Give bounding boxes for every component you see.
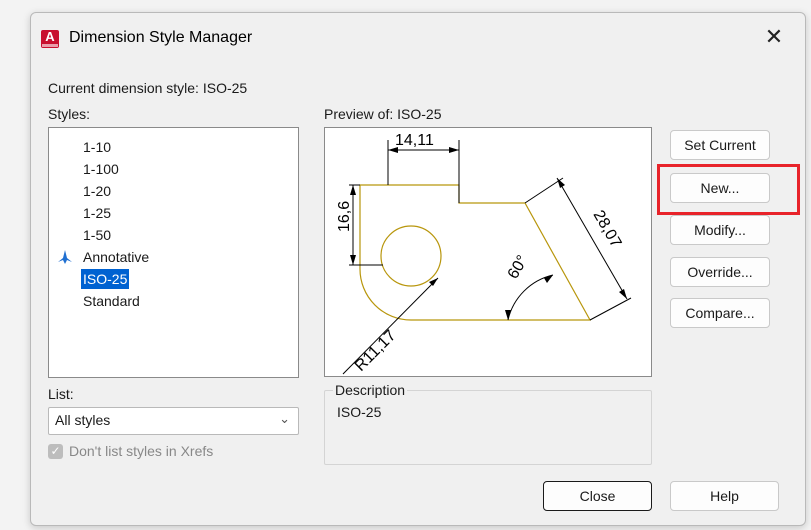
- style-item-1-10[interactable]: 1-10: [81, 137, 113, 157]
- style-item-1-50[interactable]: 1-50: [81, 225, 113, 245]
- list-filter-value: All styles: [55, 412, 111, 428]
- help-button[interactable]: Help: [670, 481, 779, 511]
- set-current-button[interactable]: Set Current: [670, 130, 770, 160]
- dimension-text: 14,11 16,6 28,07 60° R11,17: [336, 132, 624, 375]
- style-item-1-25[interactable]: 1-25: [81, 203, 113, 223]
- dim-text-radius: R11,17: [352, 327, 400, 375]
- list-label: List:: [48, 386, 74, 402]
- list-filter-select[interactable]: All styles ⌄: [48, 407, 299, 435]
- dimension-style-manager-dialog: A Dimension Style Manager ✕ Current dime…: [30, 12, 806, 526]
- style-item-1-20[interactable]: 1-20: [81, 181, 113, 201]
- annotative-icon: [58, 250, 72, 264]
- window-title: Dimension Style Manager: [69, 29, 253, 46]
- chevron-down-icon: ⌄: [279, 411, 290, 426]
- modify-button[interactable]: Modify...: [670, 215, 770, 245]
- title-bar: A Dimension Style Manager ✕: [31, 13, 805, 61]
- close-button[interactable]: Close: [543, 481, 652, 511]
- style-item-standard[interactable]: Standard: [81, 291, 142, 311]
- styles-label: Styles:: [48, 106, 91, 122]
- xrefs-checkbox-label: Don't list styles in Xrefs: [69, 443, 214, 459]
- app-icon-letter: A: [45, 29, 55, 44]
- dim-text-left: 16,6: [336, 201, 353, 232]
- autocad-a-icon: A: [41, 30, 59, 48]
- description-text: ISO-25: [337, 404, 382, 420]
- dim-text-diagonal: 28,07: [590, 208, 625, 251]
- compare-button[interactable]: Compare...: [670, 298, 770, 328]
- current-style-label: Current dimension style: ISO-25: [48, 80, 248, 96]
- dim-text-angle: 60°: [505, 253, 532, 282]
- dim-text-top: 14,11: [395, 132, 434, 149]
- style-item-iso-25[interactable]: ISO-25: [81, 269, 130, 289]
- override-button[interactable]: Override...: [670, 257, 770, 287]
- style-item-1-100[interactable]: 1-100: [81, 159, 121, 179]
- close-icon[interactable]: ✕: [764, 26, 784, 48]
- style-item-annotative-label: Annotative: [83, 249, 150, 265]
- xrefs-checkbox[interactable]: ✓: [48, 444, 63, 459]
- styles-list[interactable]: 1-10 1-100 1-20 1-25 1-50 Annotative ISO…: [48, 127, 299, 378]
- preview-drawing: 14,11 16,6 28,07 60° R11,17: [336, 132, 632, 375]
- preview-label: Preview of: ISO-25: [324, 106, 442, 122]
- description-title: Description: [333, 382, 408, 398]
- part-outline: [359, 184, 592, 321]
- style-preview: 14,11 16,6 28,07 60° R11,17: [324, 127, 652, 377]
- description-group: Description ISO-25: [324, 382, 652, 465]
- new-button-highlight: [657, 164, 800, 215]
- style-item-annotative[interactable]: Annotative: [58, 247, 151, 267]
